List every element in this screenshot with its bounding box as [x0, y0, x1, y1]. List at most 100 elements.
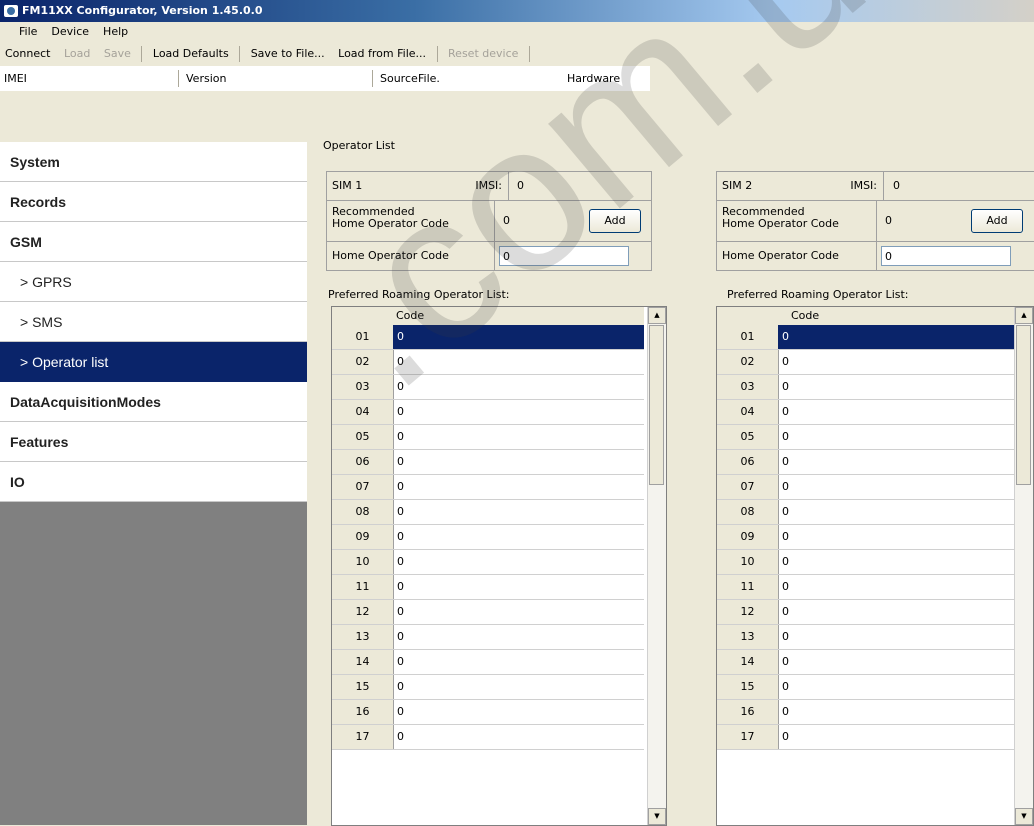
sidebar-item-sms[interactable]: > SMS	[0, 302, 307, 342]
code-cell[interactable]: 0	[393, 625, 644, 649]
table-row[interactable]: 06 0	[332, 450, 644, 475]
code-cell[interactable]: 0	[778, 475, 1015, 499]
table-row[interactable]: 08 0	[717, 500, 1015, 525]
code-cell[interactable]: 0	[393, 650, 644, 674]
table-row[interactable]: 09 0	[332, 525, 644, 550]
code-cell[interactable]: 0	[393, 500, 644, 524]
table-row[interactable]: ▶010	[332, 325, 644, 350]
code-cell[interactable]: 0	[778, 325, 1015, 349]
table-row[interactable]: 10 0	[717, 550, 1015, 575]
table-row[interactable]: 09 0	[717, 525, 1015, 550]
code-cell[interactable]: 0	[393, 350, 644, 374]
code-cell[interactable]: 0	[778, 500, 1015, 524]
table-row[interactable]: 11 0	[332, 575, 644, 600]
sidebar-item-gprs[interactable]: > GPRS	[0, 262, 307, 302]
load-button[interactable]: Load	[59, 42, 95, 66]
code-cell[interactable]: 0	[393, 675, 644, 699]
table-row[interactable]: 10 0	[332, 550, 644, 575]
sidebar-item-system[interactable]: System	[0, 142, 307, 182]
sidebar-item-data-acquisition-modes[interactable]: DataAcquisitionModes	[0, 382, 307, 422]
table-row[interactable]: 06 0	[717, 450, 1015, 475]
table-row[interactable]: 13 0	[332, 625, 644, 650]
code-cell[interactable]: 0	[393, 550, 644, 574]
code-cell[interactable]: 0	[778, 725, 1015, 749]
table-row[interactable]: 13 0	[717, 625, 1015, 650]
table-row[interactable]: 14 0	[717, 650, 1015, 675]
code-cell[interactable]: 0	[393, 600, 644, 624]
code-cell[interactable]: 0	[393, 400, 644, 424]
code-cell[interactable]: 0	[393, 450, 644, 474]
table-row[interactable]: 04 0	[332, 400, 644, 425]
code-cell[interactable]: 0	[393, 725, 644, 749]
load-from-file-button[interactable]: Load from File...	[333, 42, 431, 66]
code-cell[interactable]: 0	[778, 425, 1015, 449]
table-row[interactable]: 07 0	[332, 475, 644, 500]
code-cell[interactable]: 0	[393, 575, 644, 599]
code-cell[interactable]: 0	[393, 425, 644, 449]
reset-device-button[interactable]: Reset device	[443, 42, 523, 66]
table-row[interactable]: 02 0	[332, 350, 644, 375]
scroll-up-icon[interactable]: ▲	[648, 307, 666, 324]
table-row[interactable]: 04 0	[717, 400, 1015, 425]
table-row[interactable]: 17 0	[332, 725, 644, 750]
vertical-scrollbar[interactable]: ▲ ▼	[647, 307, 666, 825]
code-cell[interactable]: 0	[393, 475, 644, 499]
code-cell[interactable]: 0	[778, 650, 1015, 674]
table-row[interactable]: 03 0	[332, 375, 644, 400]
table-row[interactable]: 05 0	[717, 425, 1015, 450]
code-cell[interactable]: 0	[393, 375, 644, 399]
table-row[interactable]: 02 0	[717, 350, 1015, 375]
menu-help[interactable]: Help	[96, 22, 135, 42]
scroll-thumb[interactable]	[1016, 325, 1031, 485]
scroll-thumb[interactable]	[649, 325, 664, 485]
code-cell[interactable]: 0	[778, 675, 1015, 699]
table-row[interactable]: ▶010	[717, 325, 1015, 350]
code-cell[interactable]: 0	[778, 400, 1015, 424]
scroll-down-icon[interactable]: ▼	[648, 808, 666, 825]
table-row[interactable]: 12 0	[717, 600, 1015, 625]
code-cell[interactable]: 0	[778, 375, 1015, 399]
table-row[interactable]: 15 0	[332, 675, 644, 700]
save-button[interactable]: Save	[99, 42, 136, 66]
table-row[interactable]: 16 0	[717, 700, 1015, 725]
table-row[interactable]: 07 0	[717, 475, 1015, 500]
code-cell[interactable]: 0	[778, 350, 1015, 374]
table-row[interactable]: 12 0	[332, 600, 644, 625]
table-row[interactable]: 08 0	[332, 500, 644, 525]
sidebar-item-io[interactable]: IO	[0, 462, 307, 502]
table-row[interactable]: 05 0	[332, 425, 644, 450]
sim1-roaming-grid[interactable]: Code ▶0100200300400500600700800901001101…	[331, 306, 667, 826]
code-cell[interactable]: 0	[778, 525, 1015, 549]
vertical-scrollbar[interactable]: ▲ ▼	[1014, 307, 1033, 825]
load-defaults-button[interactable]: Load Defaults	[148, 42, 234, 66]
sim2-roaming-grid[interactable]: Code ▶0100200300400500600700800901001101…	[716, 306, 1034, 826]
sim2-home-operator-input[interactable]: 0	[881, 246, 1011, 266]
menu-file[interactable]: File	[12, 22, 44, 42]
code-cell[interactable]: 0	[393, 700, 644, 724]
table-row[interactable]: 17 0	[717, 725, 1015, 750]
code-cell[interactable]: 0	[778, 625, 1015, 649]
sim1-add-button[interactable]: Add	[589, 209, 641, 233]
table-row[interactable]: 16 0	[332, 700, 644, 725]
sim1-home-operator-input[interactable]: 0	[499, 246, 629, 266]
sidebar-item-operator-list[interactable]: > Operator list	[0, 342, 307, 382]
menu-device[interactable]: Device	[44, 22, 96, 42]
sim2-add-button[interactable]: Add	[971, 209, 1023, 233]
table-row[interactable]: 15 0	[717, 675, 1015, 700]
code-cell[interactable]: 0	[393, 525, 644, 549]
code-cell[interactable]: 0	[778, 575, 1015, 599]
sidebar-item-records[interactable]: Records	[0, 182, 307, 222]
table-row[interactable]: 11 0	[717, 575, 1015, 600]
table-row[interactable]: 03 0	[717, 375, 1015, 400]
connect-button[interactable]: Connect	[0, 42, 55, 66]
code-cell[interactable]: 0	[778, 700, 1015, 724]
code-cell[interactable]: 0	[393, 325, 644, 349]
scroll-up-icon[interactable]: ▲	[1015, 307, 1033, 324]
sidebar-item-features[interactable]: Features	[0, 422, 307, 462]
table-row[interactable]: 14 0	[332, 650, 644, 675]
code-cell[interactable]: 0	[778, 600, 1015, 624]
code-cell[interactable]: 0	[778, 550, 1015, 574]
scroll-down-icon[interactable]: ▼	[1015, 808, 1033, 825]
code-cell[interactable]: 0	[778, 450, 1015, 474]
sidebar-item-gsm[interactable]: GSM	[0, 222, 307, 262]
